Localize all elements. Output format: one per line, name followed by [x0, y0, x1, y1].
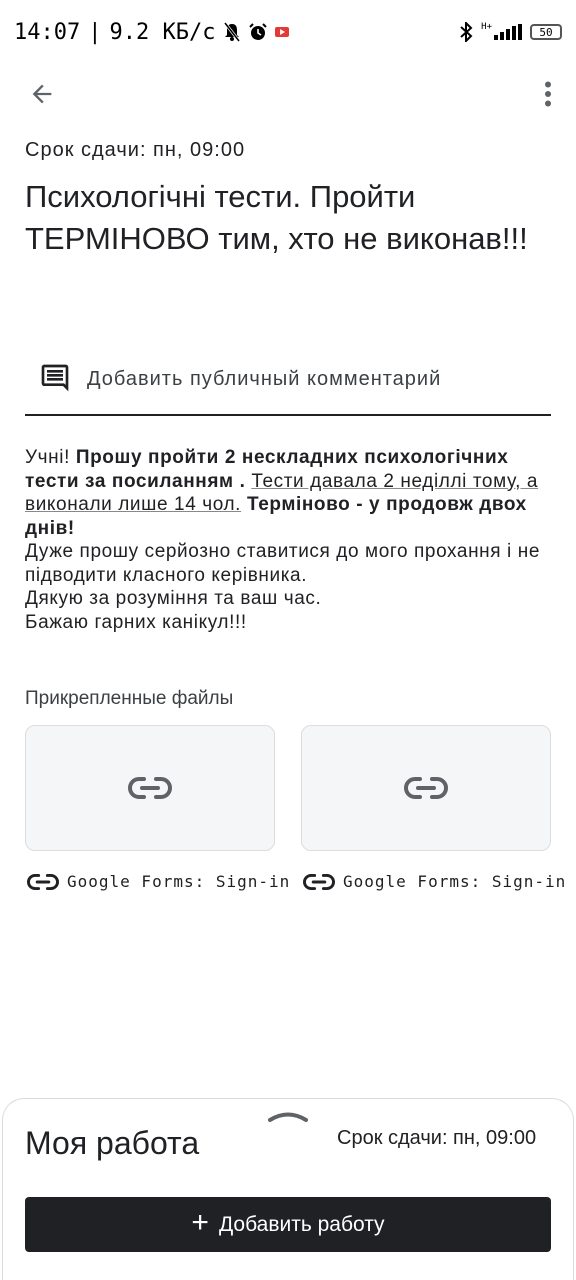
network-type-label: H+: [481, 22, 492, 32]
add-work-label: Добавить работу: [218, 1212, 385, 1236]
attachment-card[interactable]: [301, 725, 551, 851]
my-work-title: Моя работа: [25, 1125, 200, 1161]
sheet-expand-handle[interactable]: [267, 1109, 309, 1123]
attachment-link[interactable]: Google Forms: Sign-in: [303, 872, 566, 891]
chevron-up-icon: [268, 1112, 308, 1122]
assignment-description: Учні! Прошу пройти 2 нескладних психолог…: [25, 446, 545, 634]
attachment-card[interactable]: [25, 725, 275, 851]
status-bar: 14:07 | 9.2 КБ/с H+ 50: [0, 0, 576, 64]
description-line: Бажаю гарних канікул!!!: [25, 611, 247, 633]
description-line: Дуже прошу серйозно ставитися до мого пр…: [25, 541, 540, 586]
battery-icon: 50: [530, 24, 562, 40]
signal-icon: [494, 24, 522, 40]
due-date: Срок сдачи: пн, 09:00: [25, 139, 246, 161]
assignment-title: Психологічні тести. Пройти ТЕРМІНОВО тим…: [25, 179, 528, 256]
link-icon: [303, 873, 335, 890]
status-time: 14:07: [14, 19, 81, 45]
my-work-sheet: Моя работа Срок сдачи: пн, 09:00: [2, 1098, 574, 1280]
status-right: H+ 50: [459, 22, 562, 42]
attachment-link[interactable]: Google Forms: Sign-in: [27, 872, 290, 891]
description-line: Дякую за розуміння та ваш час.: [25, 588, 322, 609]
youtube-icon: [275, 27, 290, 37]
battery-level: 50: [539, 25, 553, 39]
description-dot: .: [233, 470, 252, 492]
my-work-due-date: Срок сдачи: пн, 09:00: [337, 1127, 537, 1149]
more-options-button[interactable]: [534, 72, 562, 116]
add-comment-field[interactable]: Добавить публичный комментарий: [25, 356, 551, 416]
alarm-icon: [249, 23, 268, 40]
description-paragraph: Учні! Прошу пройти 2 нескладних психолог…: [25, 446, 545, 540]
arrow-back-icon: [32, 84, 52, 104]
app-bar: [0, 64, 576, 120]
more-vert-icon: [545, 81, 551, 107]
attachment-title: Google Forms: Sign-in: [67, 872, 291, 891]
plus-icon: +: [191, 1206, 209, 1239]
attachment-title: Google Forms: Sign-in: [343, 872, 567, 891]
link-icon: [27, 873, 59, 890]
description-greeting: Учні!: [25, 447, 76, 468]
status-speed: 9.2 КБ/с: [109, 19, 216, 45]
link-icon: [128, 777, 172, 799]
status-separator: |: [88, 19, 102, 45]
attachments-heading: Прикрепленные файлы: [25, 688, 234, 709]
comment-placeholder: Добавить публичный комментарий: [87, 368, 442, 390]
status-left: 14:07 | 9.2 КБ/с: [14, 19, 290, 45]
comment-icon: [41, 364, 69, 392]
back-button[interactable]: [20, 72, 64, 116]
mute-bell-icon: [224, 22, 241, 42]
bluetooth-icon: [460, 22, 473, 42]
add-work-button[interactable]: + Добавить работу: [25, 1197, 551, 1252]
link-icon: [404, 777, 448, 799]
